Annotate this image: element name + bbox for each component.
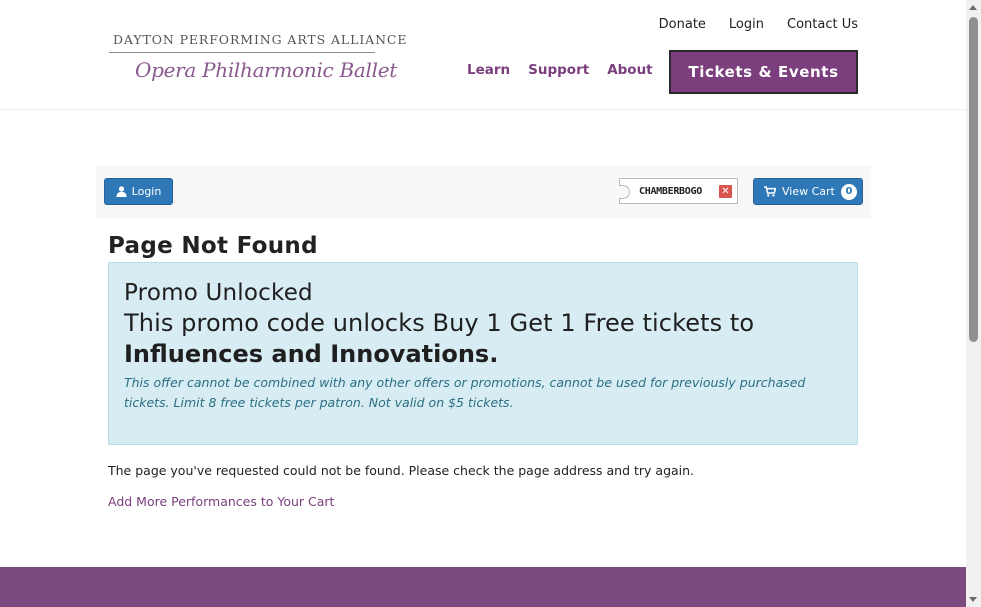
- toolbar-login-button[interactable]: Login: [104, 178, 173, 205]
- promo-alert: Promo Unlocked This promo code unlocks B…: [108, 262, 858, 445]
- user-icon: [116, 186, 127, 197]
- not-found-message: The page you've requested could not be f…: [108, 463, 695, 478]
- page-title: Page Not Found: [108, 233, 318, 259]
- promo-terms: This offer cannot be combined with any o…: [124, 375, 806, 410]
- toolbar-login-label: Login: [131, 185, 162, 198]
- view-cart-label: View Cart: [782, 185, 835, 198]
- logo-tagline: Opera Philharmonic Ballet: [135, 58, 398, 82]
- nav-about[interactable]: About: [607, 62, 652, 78]
- promo-code-chip: CHAMBERBOGO ✕: [619, 178, 738, 204]
- close-icon[interactable]: ✕: [719, 185, 732, 198]
- promo-code-text: CHAMBERBOGO: [639, 185, 702, 197]
- site-logo[interactable]: DAYTON PERFORMING ARTS ALLIANCE Opera Ph…: [109, 30, 407, 96]
- nav-learn[interactable]: Learn: [467, 62, 510, 78]
- promo-event-name: Influences and Innovations.: [124, 340, 499, 368]
- view-cart-button[interactable]: View Cart 0: [753, 178, 863, 205]
- cart-icon: [764, 186, 776, 197]
- logo-org-name: DAYTON PERFORMING ARTS ALLIANCE: [113, 32, 408, 47]
- promo-description: This promo code unlocks Buy 1 Get 1 Free…: [124, 309, 755, 337]
- account-toolbar: Login CHAMBERBOGO ✕ View Cart 0: [96, 165, 871, 219]
- scroll-down-icon[interactable]: [969, 597, 977, 602]
- promo-heading: Promo Unlocked: [124, 280, 313, 306]
- cart-count-badge: 0: [841, 184, 857, 200]
- scroll-up-icon[interactable]: [969, 5, 977, 10]
- nav-support[interactable]: Support: [528, 62, 589, 78]
- login-link[interactable]: Login: [729, 17, 764, 32]
- utility-nav: Donate Login Contact Us: [659, 17, 858, 32]
- site-footer: [0, 567, 966, 607]
- logo-divider: [109, 52, 375, 53]
- donate-link[interactable]: Donate: [659, 17, 706, 32]
- scrollbar-thumb[interactable]: [969, 17, 978, 342]
- main-nav: Learn Support About: [467, 62, 653, 78]
- contact-us-link[interactable]: Contact Us: [787, 17, 858, 32]
- add-performances-link[interactable]: Add More Performances to Your Cart: [108, 494, 334, 509]
- page-scrollbar[interactable]: [966, 0, 981, 607]
- tickets-events-button[interactable]: Tickets & Events: [669, 50, 858, 94]
- site-header: DAYTON PERFORMING ARTS ALLIANCE Opera Ph…: [0, 0, 966, 110]
